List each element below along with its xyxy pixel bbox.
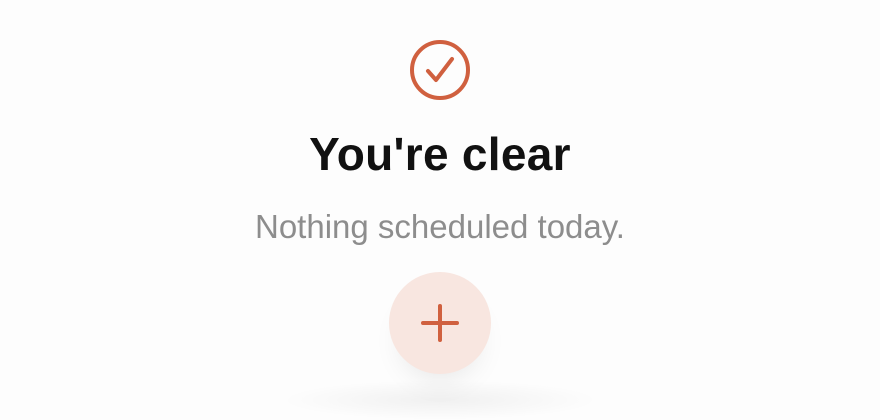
- bottom-shadow: [280, 380, 600, 420]
- add-button[interactable]: [389, 272, 491, 374]
- empty-state: You're clear Nothing scheduled today.: [0, 0, 880, 420]
- check-circle-icon: [408, 38, 472, 102]
- empty-state-subtitle: Nothing scheduled today.: [255, 208, 625, 245]
- plus-icon: [418, 301, 462, 345]
- empty-state-title: You're clear: [309, 128, 571, 180]
